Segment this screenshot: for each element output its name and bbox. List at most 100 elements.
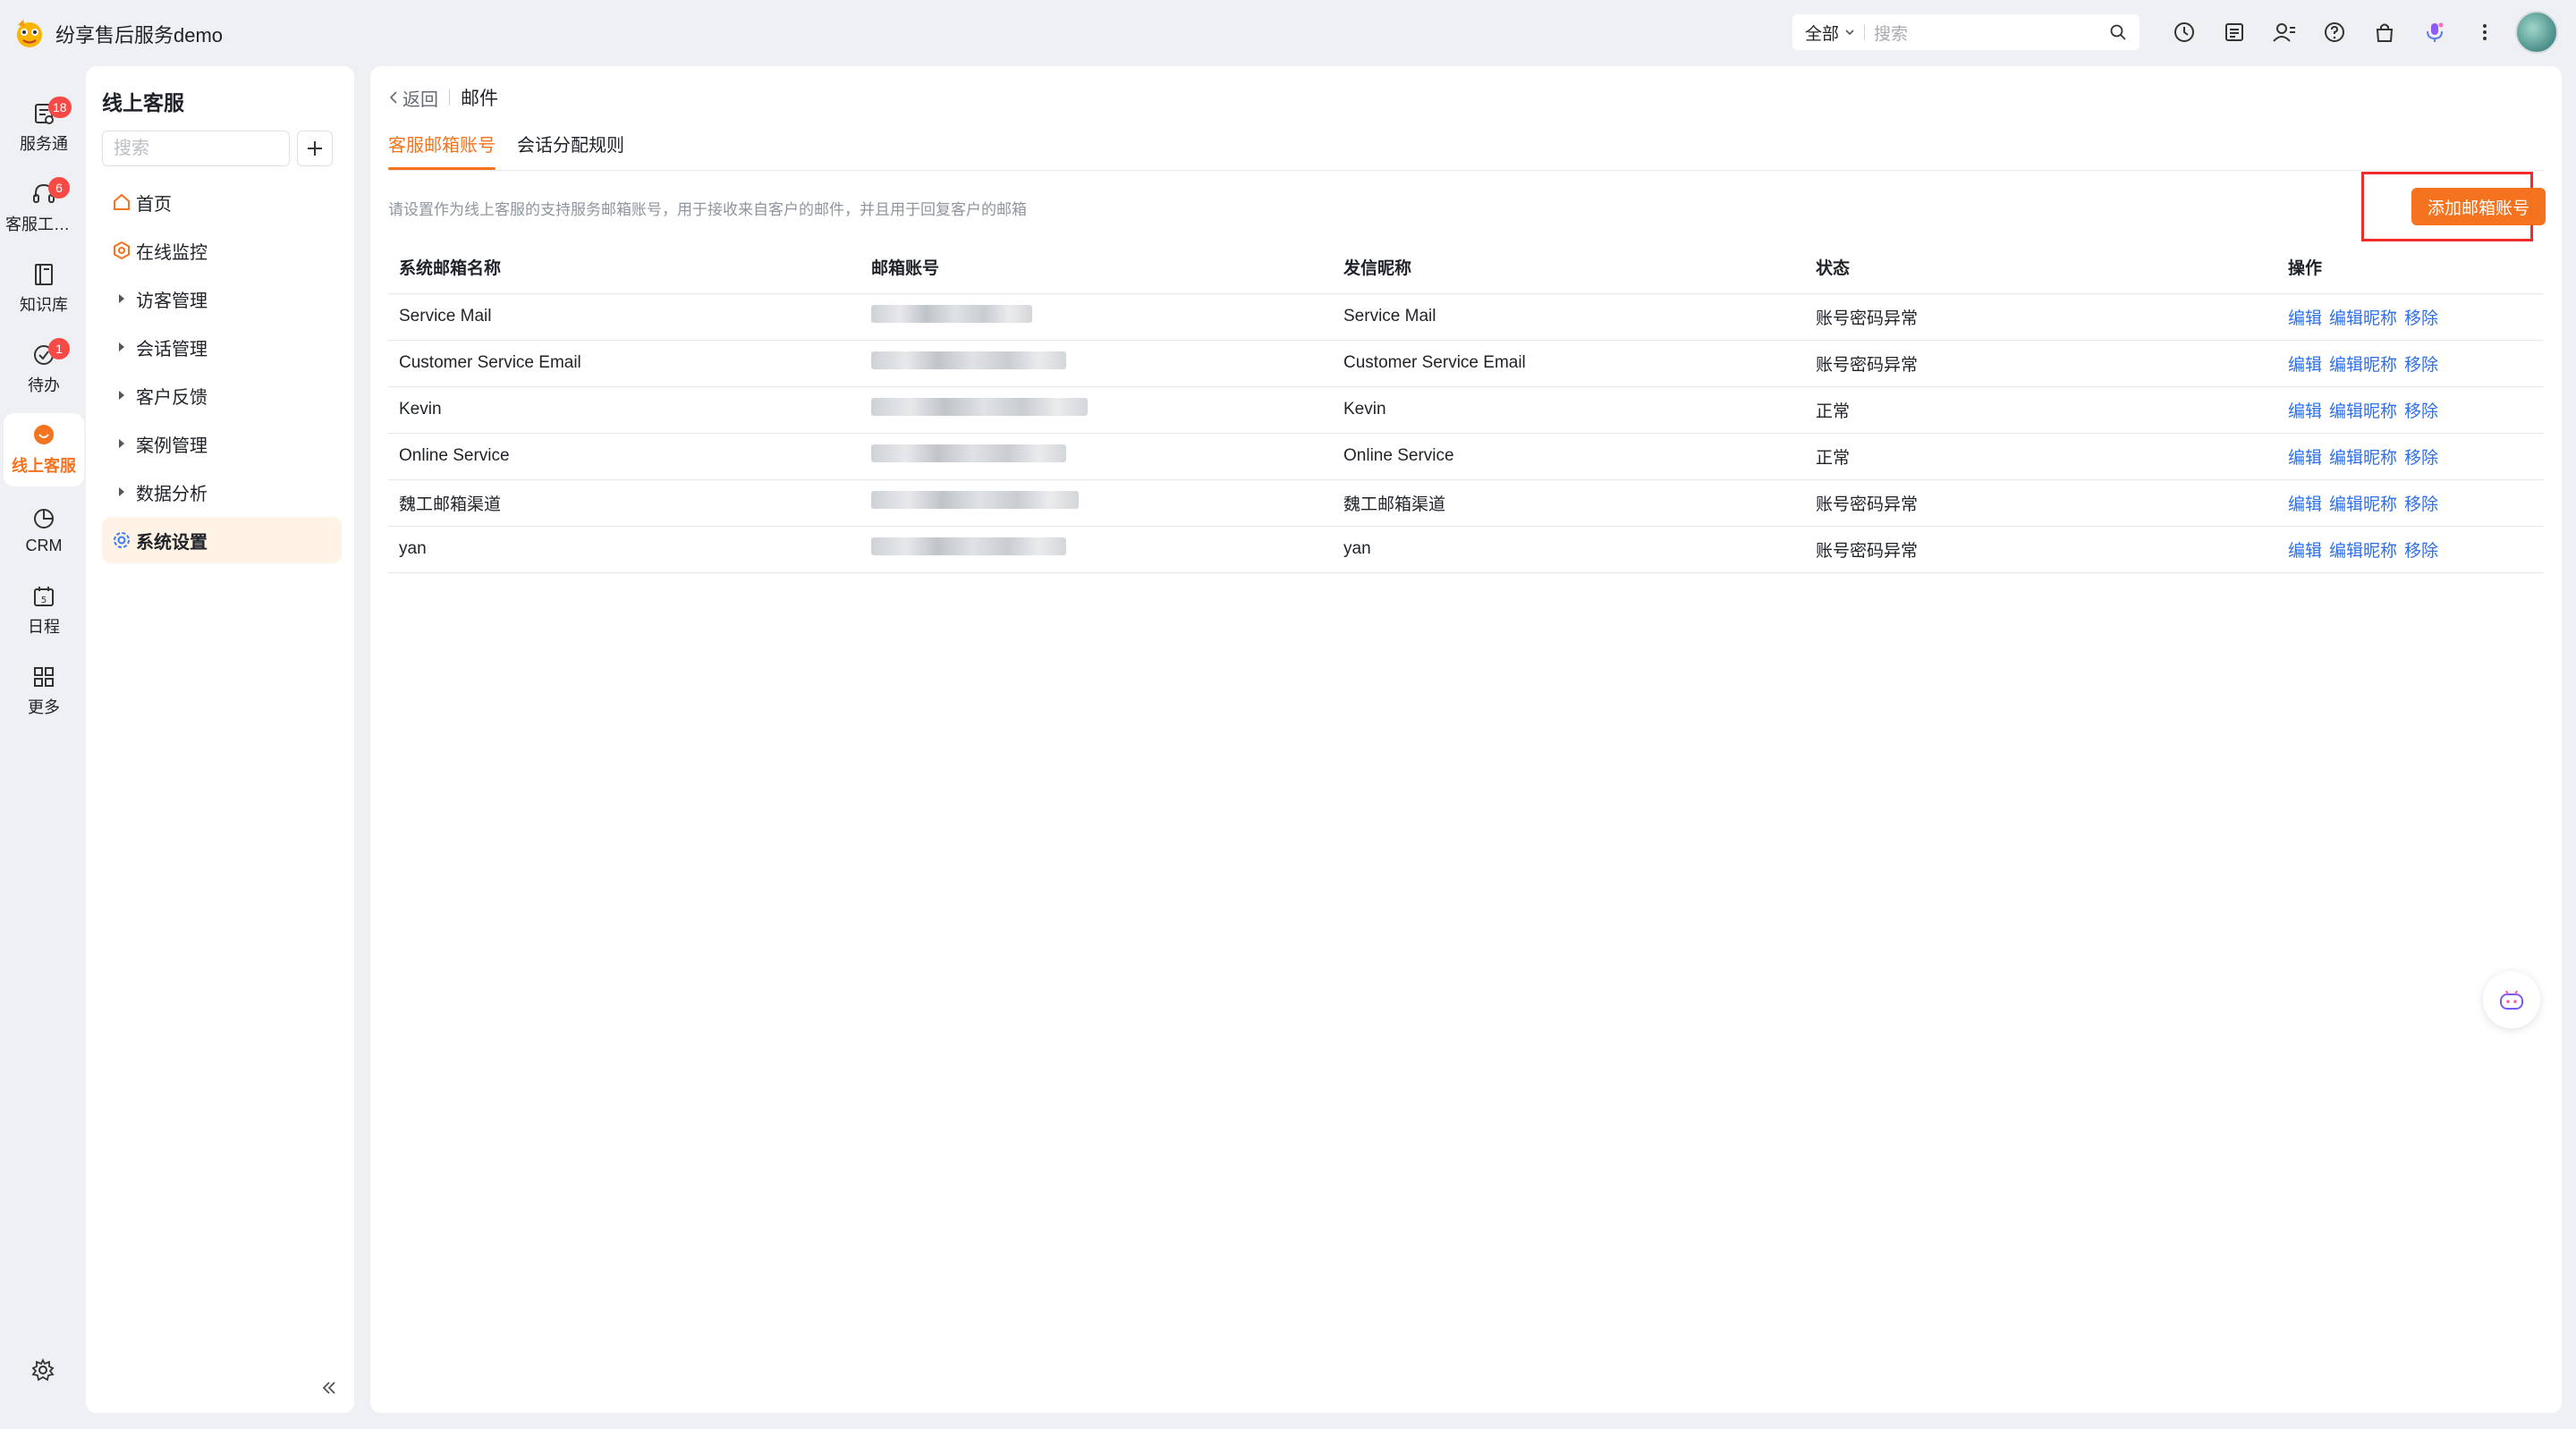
mailbox-name: Online Service [388, 433, 860, 480]
edit-link[interactable]: 编辑 [2288, 402, 2322, 421]
sender-nickname: Kevin [1333, 386, 1805, 434]
remove-link[interactable]: 移除 [2404, 402, 2438, 421]
hint-text: 请设置作为线上客服的支持服务邮箱账号，用于接收来自客户的邮件，并且用于回复客户的… [388, 201, 1027, 218]
status-text: 账号密码异常 [1805, 293, 2277, 341]
collapse-sidebar-icon[interactable] [320, 1379, 338, 1397]
bag-icon[interactable] [2372, 20, 2397, 45]
status-text: 正常 [1805, 433, 2277, 480]
rail-item-todo[interactable]: 待办 1 [4, 333, 84, 406]
caret-right-icon [111, 342, 132, 352]
rail-item-agent-workbench[interactable]: 客服工作台 6 [4, 172, 84, 245]
chat-icon [34, 425, 54, 444]
rail-item-schedule[interactable]: 5 日程 [4, 574, 84, 647]
global-search[interactable]: 全部 搜索 [1792, 14, 2140, 50]
rail-item-more[interactable]: 更多 [4, 655, 84, 728]
table-row: Online Service Online Service 正常 编辑 编辑昵称移… [388, 433, 2544, 480]
gear-icon [111, 530, 132, 550]
tab-assignment-rules[interactable]: 会话分配规则 [517, 129, 624, 170]
more-icon[interactable] [2472, 20, 2497, 45]
help-icon[interactable] [2322, 20, 2347, 45]
notification-badge: 1 [48, 338, 70, 359]
column-header: 邮箱账号 [860, 241, 1333, 294]
row-actions: 编辑 编辑昵称 移除 [2277, 293, 2544, 341]
subnav-search-input[interactable]: 搜索 [102, 131, 290, 166]
edit-link[interactable]: 编辑 [2288, 356, 2322, 375]
settings-gear-icon[interactable] [30, 1357, 55, 1382]
contacts-icon[interactable] [2272, 20, 2297, 45]
rail-label: 服务通 [20, 135, 68, 153]
edit-nickname-link[interactable]: 编辑昵称 [2329, 309, 2397, 328]
mailbox-table: 系统邮箱名称 邮箱账号 发信昵称 状态 操作 Service Mail Serv… [388, 241, 2544, 573]
row-actions: 编辑 编辑昵称 移除 [2277, 526, 2544, 573]
divider [1864, 24, 1866, 40]
search-icon[interactable] [2109, 23, 2127, 41]
tab-bar: 客服邮箱账号 会话分配规则 [388, 129, 646, 170]
remove-link[interactable]: 移除 [2404, 309, 2438, 328]
search-scope-select[interactable]: 全部 [1792, 21, 1855, 45]
remove-link[interactable]: 移除 [2404, 495, 2438, 514]
breadcrumb: 返回 邮件 [388, 84, 498, 111]
rail-item-online-service[interactable]: 线上客服 [4, 413, 84, 486]
edit-nickname-link[interactable]: 编辑昵称 [2329, 449, 2397, 468]
user-avatar[interactable] [2515, 11, 2558, 54]
edit-nickname-link[interactable]: 编辑昵称 [2329, 542, 2397, 561]
edit-link[interactable]: 编辑 [2288, 495, 2322, 514]
grid-icon [34, 667, 54, 687]
rail-item-crm[interactable]: CRM [4, 494, 84, 567]
back-link[interactable]: 返回 [388, 85, 438, 111]
edit-link[interactable]: 编辑 [2288, 309, 2322, 328]
nav-item-home[interactable]: 首页 [102, 179, 342, 225]
nav-item-session-management[interactable]: 会话管理 [102, 324, 342, 370]
form-icon[interactable] [2222, 20, 2247, 45]
remove-link[interactable]: 移除 [2404, 449, 2438, 468]
book-icon [35, 264, 53, 285]
home-icon [111, 192, 132, 212]
mailbox-name: Service Mail [388, 293, 860, 341]
back-label: 返回 [402, 89, 438, 110]
rail-label: 线上客服 [12, 457, 76, 475]
tab-service-mailbox[interactable]: 客服邮箱账号 [388, 129, 496, 170]
mailbox-account-redacted [860, 293, 1333, 341]
nav-item-online-monitor[interactable]: 在线监控 [102, 227, 342, 274]
edit-link[interactable]: 编辑 [2288, 542, 2322, 561]
chevron-down-icon [1845, 30, 1854, 36]
add-mailbox-button[interactable]: 添加邮箱账号 [2411, 188, 2546, 225]
nav-label: 数据分析 [136, 484, 208, 504]
clock-icon[interactable] [2172, 20, 2197, 45]
remove-link[interactable]: 移除 [2404, 542, 2438, 561]
caret-right-icon [111, 390, 132, 401]
assistant-bot-icon[interactable] [2483, 971, 2540, 1028]
column-header: 状态 [1805, 241, 2277, 294]
search-input[interactable]: 搜索 [1874, 21, 2109, 45]
row-actions: 编辑 编辑昵称 移除 [2277, 340, 2544, 387]
app-title: 纷享售后服务demo [55, 24, 224, 47]
edit-nickname-link[interactable]: 编辑昵称 [2329, 495, 2397, 514]
table-row: Kevin Kevin 正常 编辑 编辑昵称 移除 [388, 386, 2544, 434]
add-button[interactable] [297, 131, 333, 166]
nav-item-visitor-management[interactable]: 访客管理 [102, 275, 342, 322]
sender-nickname: Service Mail [1333, 293, 1805, 341]
sender-nickname: 魏工邮箱渠道 [1333, 479, 1805, 527]
edit-nickname-link[interactable]: 编辑昵称 [2329, 402, 2397, 421]
rail-label: 日程 [28, 618, 60, 636]
ai-assistant-icon[interactable] [2422, 20, 2447, 45]
caret-right-icon [111, 438, 132, 449]
divider [388, 170, 2544, 171]
remove-link[interactable]: 移除 [2404, 356, 2438, 375]
edit-nickname-link[interactable]: 编辑昵称 [2329, 356, 2397, 375]
notification-badge: 6 [48, 177, 70, 199]
nav-item-customer-feedback[interactable]: 客户反馈 [102, 372, 342, 419]
rail-item-knowledge-base[interactable]: 知识库 [4, 252, 84, 326]
svg-text:5: 5 [41, 596, 47, 605]
nav-item-case-management[interactable]: 案例管理 [102, 420, 342, 467]
table-header-row: 系统邮箱名称 邮箱账号 发信昵称 状态 操作 [388, 241, 2544, 294]
mailbox-account-redacted [860, 386, 1333, 434]
edit-link[interactable]: 编辑 [2288, 449, 2322, 468]
app-rail: 服务通 18 客服工作台 6 知识库 待办 1 线上客服 CRM 5 日程 更多 [0, 64, 86, 1429]
nav-item-data-analysis[interactable]: 数据分析 [102, 469, 342, 515]
main-panel: 返回 邮件 客服邮箱账号 会话分配规则 请设置作为线上客服的支持服务邮箱账号，用… [370, 66, 2562, 1413]
sender-nickname: Online Service [1333, 433, 1805, 480]
rail-label: 客服工作台 [5, 216, 82, 233]
rail-item-service[interactable]: 服务通 18 [4, 91, 84, 165]
nav-item-system-settings[interactable]: 系统设置 [102, 517, 342, 563]
